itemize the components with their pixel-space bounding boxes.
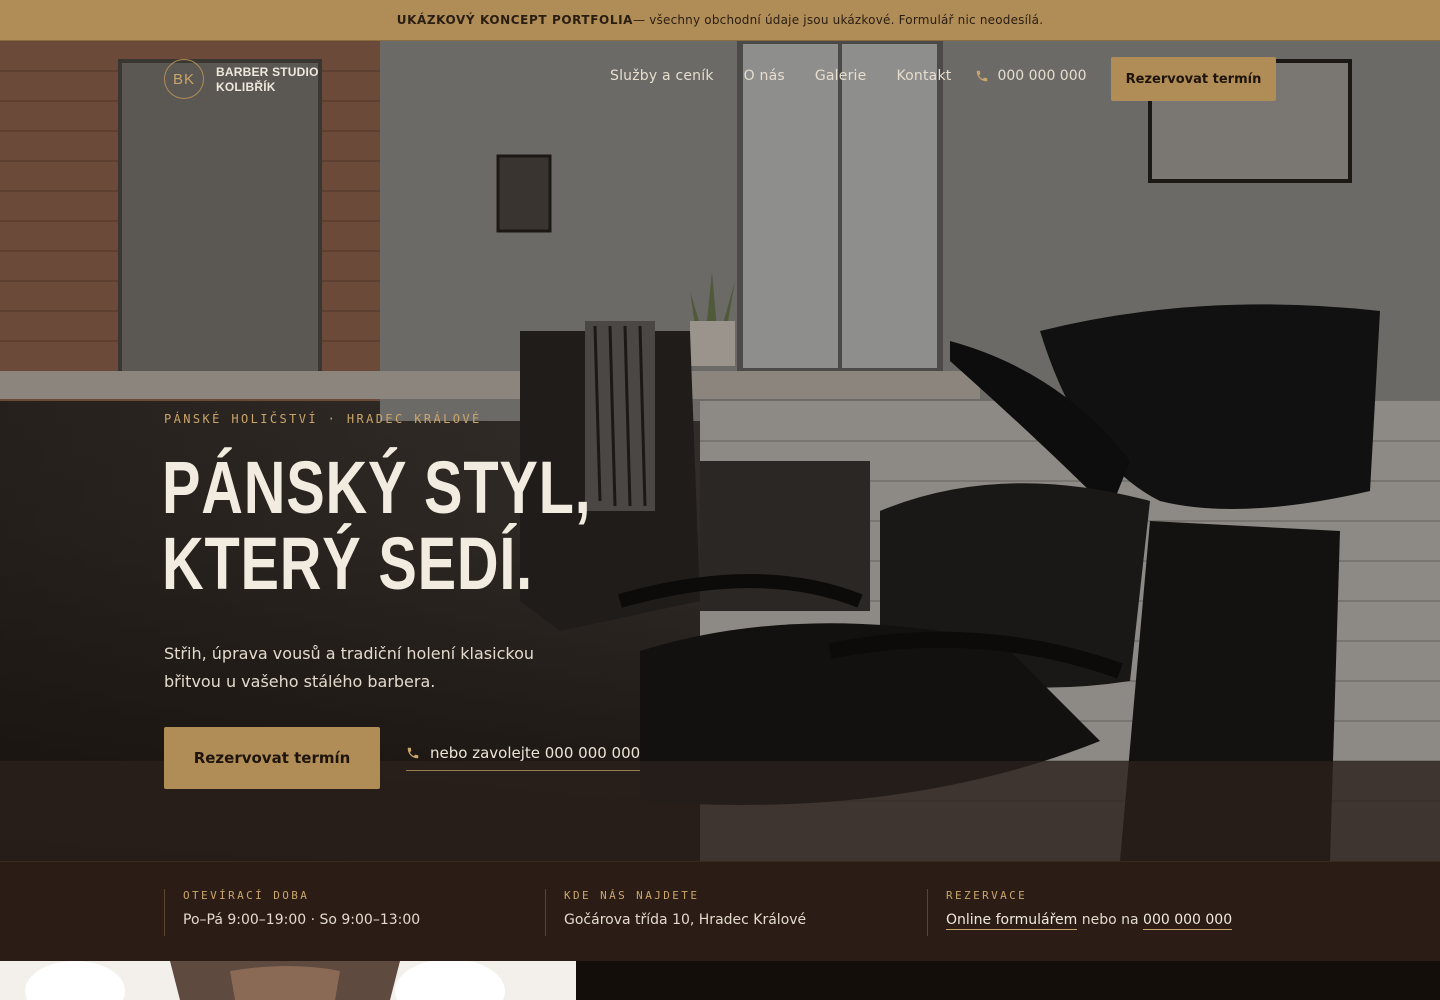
hero-lead: Střih, úprava vousů a tradiční holení kl… — [164, 644, 534, 691]
hero-title-line-2: KTERÝ SEDÍ. — [162, 522, 533, 605]
hero-eyebrow: PÁNSKÉ HOLIČSTVÍ · HRADEC KRÁLOVÉ — [164, 412, 482, 426]
info-hours-label: OTEVÍRACÍ DOBA — [183, 889, 310, 902]
nav-item-gallery[interactable]: Galerie — [815, 68, 867, 84]
call-link[interactable]: nebo zavolejte 000 000 000 — [406, 744, 641, 771]
info-booking: REZERVACE Online formulářem nebo na 000 … — [927, 889, 1233, 936]
info-location: KDE NÁS NAJDETE Gočárova třída 10, Hrade… — [545, 889, 806, 936]
nav-phone-link[interactable]: 000 000 000 — [975, 68, 1087, 84]
next-section-photo — [0, 961, 576, 1000]
info-strip: OTEVÍRACÍ DOBA Po–Pá 9:00–19:00 · So 9:0… — [0, 861, 1440, 961]
main-nav: Služby a ceník O nás Galerie Kontakt 000… — [610, 68, 1087, 84]
site-header: BK BARBER STUDIO KOLIBŘÍK Služby a ceník… — [0, 41, 1440, 117]
info-booking-middle: nebo na — [1077, 912, 1144, 928]
info-location-label: KDE NÁS NAJDETE — [564, 889, 700, 902]
phone-icon — [407, 747, 419, 759]
logo-text[interactable]: BARBER STUDIO KOLIBŘÍK — [216, 65, 326, 95]
nav-item-about[interactable]: O nás — [744, 68, 785, 84]
nav-item-contact[interactable]: Kontakt — [896, 68, 951, 84]
nav-phone-number: 000 000 000 — [997, 68, 1087, 84]
book-appointment-button-hero[interactable]: Rezervovat termín — [164, 727, 380, 789]
notice-text: — všechny obchodní údaje jsou ukázkové. … — [633, 13, 1044, 27]
hero-title-line-1: PÁNSKÝ STYL, — [162, 446, 592, 529]
call-link-label: nebo zavolejte 000 000 000 — [430, 744, 641, 762]
logo-icon[interactable]: BK — [164, 59, 204, 99]
hero-title: PÁNSKÝ STYL, KTERÝ SEDÍ. — [162, 450, 708, 602]
info-hours: OTEVÍRACÍ DOBA Po–Pá 9:00–19:00 · So 9:0… — [164, 889, 420, 936]
phone-icon — [977, 70, 988, 82]
next-section-image — [0, 961, 576, 1000]
info-booking-value: Online formulářem nebo na 000 000 000 — [946, 912, 1233, 930]
booking-phone-link[interactable]: 000 000 000 — [1143, 912, 1233, 930]
notice-bold: UKÁZKOVÝ KONCEPT PORTFOLIA — [396, 13, 634, 27]
demo-notice-bar: UKÁZKOVÝ KONCEPT PORTFOLIA — všechny obc… — [0, 0, 1440, 41]
info-booking-label: REZERVACE — [946, 889, 1028, 902]
info-location-value: Gočárova třída 10, Hradec Králové — [564, 912, 807, 928]
online-form-link[interactable]: Online formulářem — [946, 912, 1078, 930]
book-appointment-button-header[interactable]: Rezervovat termín — [1111, 57, 1276, 101]
info-hours-value: Po–Pá 9:00–19:00 · So 9:00–13:00 — [183, 912, 421, 928]
nav-item-services[interactable]: Služby a ceník — [610, 68, 714, 84]
next-section-dark — [576, 961, 1440, 1000]
